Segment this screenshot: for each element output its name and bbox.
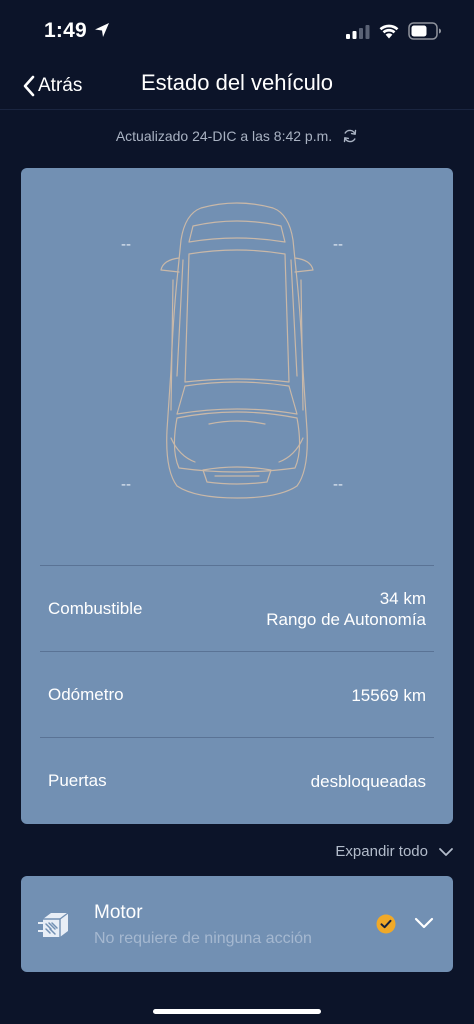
- last-updated-text: Actualizado 24-DIC a las 8:42 p.m.: [115, 128, 333, 144]
- motor-title: Motor: [94, 902, 143, 923]
- motor-section[interactable]: Motor No requiere de ninguna acción: [21, 876, 453, 972]
- engine-icon: [38, 912, 69, 937]
- tire-front-right-value: --: [333, 236, 343, 253]
- tire-front-left-value: --: [121, 236, 131, 253]
- car-top-view-illustration: [160, 202, 314, 499]
- vehicle-status-card: -- -- -- -- Combustible 34 km Rango de A…: [21, 168, 453, 824]
- doors-value-group: desbloqueadas: [311, 738, 426, 824]
- tire-pressure-diagram: -- -- -- --: [21, 188, 453, 508]
- check-circle-icon: [376, 914, 396, 934]
- cellular-signal-icon: [346, 25, 370, 39]
- doors-label: Puertas: [48, 771, 107, 790]
- fuel-range-caption: Rango de Autonomía: [266, 610, 426, 629]
- expand-all-label: Expandir todo: [335, 843, 428, 860]
- tire-rear-right-value: --: [333, 476, 343, 493]
- fuel-row: Combustible 34 km Rango de Autonomía: [40, 565, 434, 651]
- battery-icon: [408, 22, 441, 40]
- odometer-value: 15569 km: [351, 685, 426, 705]
- location-arrow-icon: [95, 23, 109, 37]
- vehicle-info-list: Combustible 34 km Rango de Autonomía Odó…: [40, 565, 434, 823]
- refresh-icon[interactable]: [342, 128, 358, 144]
- home-indicator[interactable]: [153, 1009, 321, 1014]
- last-updated: Actualizado 24-DIC a las 8:42 p.m.: [0, 128, 474, 144]
- doors-row: Puertas desbloqueadas: [40, 737, 434, 823]
- status-bar: 1:49: [0, 0, 474, 62]
- wifi-icon: [379, 24, 399, 39]
- odometer-row: Odómetro 15569 km: [40, 651, 434, 737]
- tire-rear-left-value: --: [121, 476, 131, 493]
- chevron-down-icon: [439, 847, 453, 856]
- odometer-label: Odómetro: [48, 685, 124, 704]
- fuel-range-value: 34 km: [379, 589, 426, 608]
- motor-subtitle: No requiere de ninguna acción: [94, 930, 312, 947]
- chevron-down-icon[interactable]: [414, 917, 434, 930]
- status-time: 1:49: [44, 19, 87, 42]
- doors-value: desbloqueadas: [310, 771, 426, 791]
- fuel-label: Combustible: [48, 599, 143, 618]
- page-title: Estado del vehículo: [140, 70, 334, 95]
- nav-bar: Atrás Estado del vehículo: [0, 62, 474, 110]
- vehicle-status-screen: 1:49 Atrás Estado del vehículo Actualiza…: [0, 0, 474, 1024]
- fuel-value-group: 34 km Rango de Autonomía: [266, 566, 426, 652]
- expand-all-button[interactable]: Expandir todo: [335, 843, 454, 860]
- odometer-value-group: 15569 km: [351, 652, 426, 738]
